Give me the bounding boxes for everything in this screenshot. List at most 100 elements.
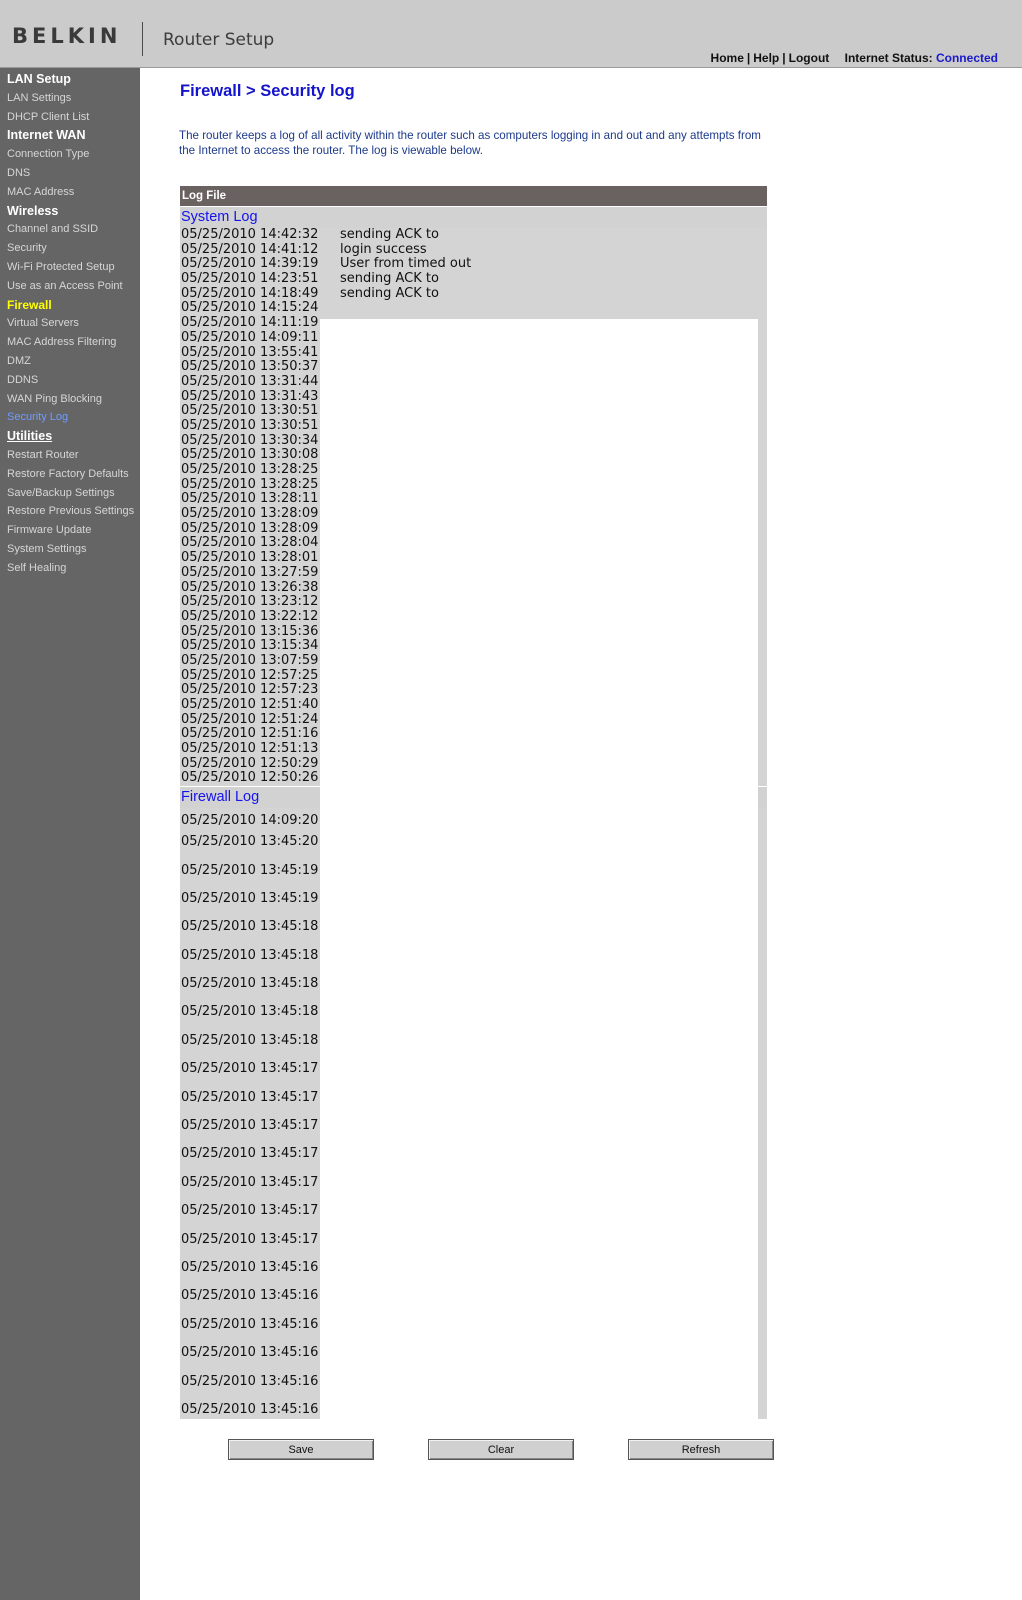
- sidebar-item-connection-type[interactable]: Connection Type: [0, 145, 140, 164]
- log-message: login success: [340, 242, 427, 257]
- log-timestamp: 05/25/2010 12:51:24: [181, 712, 319, 727]
- link-separator: |: [746, 51, 751, 65]
- system-log-row: 05/25/2010 14:23:51 sending ACK to: [180, 272, 767, 287]
- app-title: Router Setup: [163, 30, 275, 50]
- sidebar-item-security[interactable]: Security: [0, 239, 140, 258]
- system-log-row: 05/25/2010 14:39:19 User from timed out: [180, 257, 767, 273]
- internet-status-value: Connected: [935, 51, 998, 65]
- log-timestamp: 05/25/2010 13:30:51: [181, 418, 319, 433]
- belkin-logo: BELKIN: [12, 24, 122, 48]
- log-timestamp: 05/25/2010 13:45:17: [181, 1089, 319, 1105]
- log-timestamp: 05/25/2010 14:23:51: [181, 272, 319, 287]
- log-timestamp: 05/25/2010 13:07:59: [181, 653, 319, 668]
- log-timestamp: 05/25/2010 14:18:49: [181, 286, 319, 301]
- logout-link[interactable]: Logout: [789, 51, 830, 65]
- sidebar-item-dmz[interactable]: DMZ: [0, 352, 140, 371]
- system-log-title: System Log: [180, 207, 767, 228]
- log-timestamp: 05/25/2010 13:31:43: [181, 389, 319, 404]
- log-timestamp: 05/25/2010 13:45:17: [181, 1061, 319, 1077]
- sidebar-item-mac-address[interactable]: MAC Address: [0, 183, 140, 202]
- sidebar-item-system-settings[interactable]: System Settings: [0, 540, 140, 559]
- sidebar-item-restore-previous-settings[interactable]: Restore Previous Settings: [0, 502, 140, 521]
- sidebar-item-wan-ping-blocking[interactable]: WAN Ping Blocking: [0, 390, 140, 409]
- sidebar-item-restore-factory-defaults[interactable]: Restore Factory Defaults: [0, 465, 140, 484]
- log-timestamp: 05/25/2010 13:45:16: [181, 1401, 319, 1417]
- log-message: User from timed out: [340, 257, 472, 272]
- log-timestamp: 05/25/2010 13:45:18: [181, 947, 319, 963]
- refresh-button[interactable]: Refresh: [628, 1439, 774, 1460]
- log-timestamp: 05/25/2010 13:45:16: [181, 1259, 319, 1275]
- clear-button[interactable]: Clear: [428, 1439, 574, 1460]
- logo-divider: [142, 22, 143, 56]
- system-log-row: 05/25/2010 14:41:12 login success: [180, 242, 767, 258]
- log-timestamp: 05/25/2010 13:45:16: [181, 1288, 319, 1304]
- log-timestamp: 05/25/2010 13:28:04: [181, 536, 319, 551]
- sidebar-item-security-log[interactable]: Security Log: [0, 408, 140, 427]
- sidebar-item-lan-settings[interactable]: LAN Settings: [0, 89, 140, 108]
- sidebar-item-firmware-update[interactable]: Firmware Update: [0, 521, 140, 540]
- log-message: sending ACK to: [340, 286, 439, 301]
- sidebar-item-channel-and-ssid[interactable]: Channel and SSID: [0, 220, 140, 239]
- sidebar-item-lan-setup: LAN Setup: [7, 72, 71, 86]
- sidebar-item-dns[interactable]: DNS: [0, 164, 140, 183]
- save-button[interactable]: Save: [228, 1439, 374, 1460]
- log-message: sending ACK to: [340, 272, 439, 287]
- log-timestamp: 05/25/2010 13:15:36: [181, 624, 319, 639]
- sidebar-item-utilities[interactable]: Utilities: [0, 427, 140, 446]
- sidebar-item-mac-address-filtering[interactable]: MAC Address Filtering: [0, 333, 140, 352]
- sidebar-item-ddns[interactable]: DDNS: [0, 371, 140, 390]
- log-timestamp: 05/25/2010 13:45:20: [181, 834, 319, 850]
- log-timestamp: 05/25/2010 13:45:18: [181, 1004, 319, 1020]
- log-timestamp: 05/25/2010 13:28:09: [181, 521, 319, 536]
- sidebar-item-use-as-an-access-point[interactable]: Use as an Access Point: [0, 277, 140, 296]
- log-timestamp: 05/25/2010 13:45:17: [181, 1203, 319, 1219]
- log-timestamp: 05/25/2010 13:22:12: [181, 609, 319, 624]
- log-timestamp: 05/25/2010 14:15:24: [181, 301, 319, 316]
- log-timestamp: 05/25/2010 13:28:25: [181, 463, 319, 477]
- header-bar: BELKIN Router Setup Home | Help | Logout Int…: [0, 0, 1022, 68]
- log-file-header: Log File: [180, 186, 767, 206]
- log-timestamp: 05/25/2010 14:41:12: [181, 242, 319, 257]
- sidebar-item-wireless: Wireless: [7, 203, 59, 218]
- sidebar-item-dhcp-client-list[interactable]: DHCP Client List: [0, 108, 140, 127]
- log-timestamp: 05/25/2010 13:45:17: [181, 1118, 319, 1134]
- log-timestamp: 05/25/2010 13:45:16: [181, 1316, 319, 1332]
- log-timestamp: 05/25/2010 12:57:23: [181, 683, 319, 698]
- log-timestamp: 05/25/2010 13:45:17: [181, 1146, 319, 1162]
- log-body[interactable]: System Log 05/25/2010 14:42:32 sending AC…: [180, 207, 767, 1440]
- sidebar-item-virtual-servers[interactable]: Virtual Servers: [0, 314, 140, 333]
- help-link[interactable]: Help: [753, 51, 779, 65]
- home-link[interactable]: Home: [711, 51, 744, 65]
- sidebar-item-self-healing[interactable]: Self Healing: [0, 559, 140, 578]
- log-timestamp: 05/25/2010 14:39:19: [181, 257, 319, 272]
- system-log-row: 05/25/2010 14:15:24: [180, 301, 767, 317]
- intro-text: The router keeps a log of all activity w…: [179, 129, 761, 157]
- log-timestamp: 05/25/2010 12:51:40: [181, 698, 319, 712]
- button-row: Save Clear Refresh: [228, 1439, 788, 1461]
- log-timestamp: 05/25/2010 13:15:34: [181, 639, 319, 654]
- log-timestamp: 05/25/2010 14:09:11: [181, 330, 319, 345]
- log-timestamp: 05/25/2010 13:50:37: [181, 360, 319, 375]
- log-timestamp: 05/25/2010 13:45:18: [181, 976, 319, 992]
- sidebar-item-wi-fi-protected-setup[interactable]: Wi-Fi Protected Setup: [0, 258, 140, 277]
- log-timestamp: 05/25/2010 12:57:25: [181, 668, 319, 683]
- log-timestamp: 05/25/2010 13:30:34: [181, 433, 319, 448]
- log-timestamp: 05/25/2010 13:27:59: [181, 565, 319, 580]
- log-timestamp: 05/25/2010 14:09:20: [181, 812, 319, 828]
- log-timestamp: 05/25/2010 14:42:32: [181, 228, 319, 242]
- link-separator: |: [782, 51, 786, 65]
- log-timestamp: 05/25/2010 13:28:25: [181, 477, 319, 492]
- sidebar-item-firewall[interactable]: Firewall: [0, 296, 140, 315]
- log-message-area: [320, 319, 758, 1440]
- log-timestamp: 05/25/2010 13:45:17: [181, 1231, 319, 1247]
- internet-status-label: Internet Status:: [844, 51, 933, 65]
- sidebar-item-internet-wan: Internet WAN: [7, 128, 86, 143]
- sidebar-item-save-backup-settings[interactable]: Save/Backup Settings: [0, 484, 140, 503]
- log-timestamp: 05/25/2010 12:51:13: [181, 742, 319, 757]
- system-log-row: 05/25/2010 14:42:32 sending ACK to: [180, 228, 767, 243]
- log-timestamp: 05/25/2010 13:45:16: [181, 1373, 319, 1389]
- system-log-row: 05/25/2010 14:18:49 sending ACK to: [180, 286, 767, 302]
- page-title: Firewall > Security log: [180, 82, 355, 100]
- sidebar-item-restart-router[interactable]: Restart Router: [0, 446, 140, 465]
- log-timestamp: 05/25/2010 12:51:16: [181, 727, 319, 742]
